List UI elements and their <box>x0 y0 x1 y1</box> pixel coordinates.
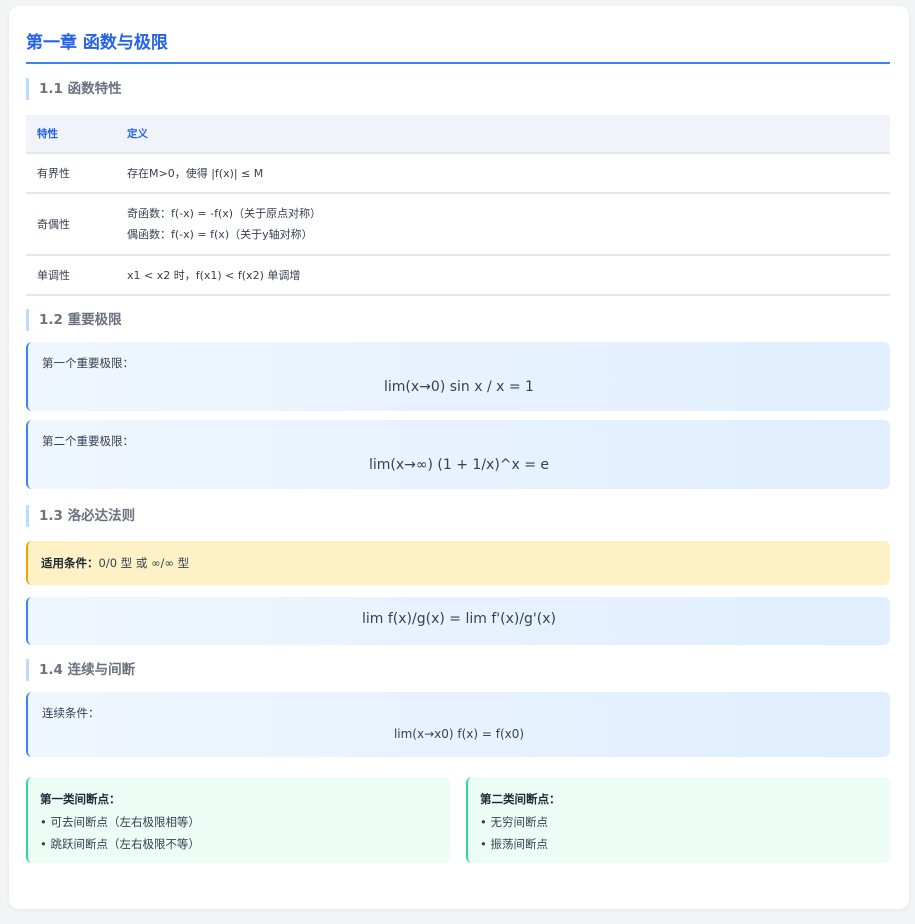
property-definition: 存在M>0，使得 |f(x)| ≤ M <box>116 153 890 194</box>
property-definition: x1 < x2 时，f(x1) < f(x2) 单调增 <box>116 255 890 296</box>
list-item: • 跳跃间断点（左右极限不等） <box>40 837 200 851</box>
lhopital-formula-box: lim f(x)/g(x) = lim f'(x)/g'(x) <box>26 597 890 645</box>
section-title-lhopital: 1.3 洛必达法则 <box>26 505 135 527</box>
section-title-continuity: 1.4 连续与间断 <box>26 659 135 681</box>
content-card: 第一章 函数与极限 1.1 函数特性 特性 定义 有界性 存在M>0，使得 |f… <box>9 6 909 909</box>
property-name: 奇偶性 <box>26 193 116 256</box>
second-limit-box: 第二个重要极限： lim(x→∞) (1 + 1/x)^x = e <box>26 420 890 489</box>
continuity-label: 连续条件： <box>42 706 100 720</box>
second-kind-title: 第二类间断点： <box>480 792 561 806</box>
property-name: 单调性 <box>26 255 116 296</box>
table-row: 单调性 x1 < x2 时，f(x1) < f(x2) 单调增 <box>26 255 890 296</box>
lhopital-formula: lim f(x)/g(x) = lim f'(x)/g'(x) <box>362 611 556 627</box>
list-item: • 无穷间断点 <box>480 815 548 829</box>
definition-line: 偶函数：f(-x) = f(x)（关于y轴对称） <box>127 228 313 241</box>
first-limit-formula: lim(x→0) sin x / x = 1 <box>384 379 534 395</box>
lhopital-condition-box: 适用条件：0/0 型 或 ∞/∞ 型 <box>26 541 890 585</box>
table-header-row: 特性 定义 <box>26 115 890 154</box>
section-title-function-properties: 1.1 函数特性 <box>26 78 122 100</box>
property-name: 有界性 <box>26 153 116 194</box>
first-kind-discontinuity-box: 第一类间断点： • 可去间断点（左右极限相等） • 跳跃间断点（左右极限不等） <box>26 777 450 863</box>
first-kind-title: 第一类间断点： <box>40 792 121 806</box>
second-limit-label: 第二个重要极限： <box>42 434 134 448</box>
condition-text: 0/0 型 或 ∞/∞ 型 <box>98 556 190 570</box>
definition-line: 奇函数：f(-x) = -f(x)（关于原点对称） <box>127 207 322 220</box>
first-limit-label: 第一个重要极限： <box>42 356 134 370</box>
chapter-divider <box>26 62 890 64</box>
table-row: 有界性 存在M>0，使得 |f(x)| ≤ M <box>26 153 890 194</box>
section-title-important-limits: 1.2 重要极限 <box>26 309 122 331</box>
properties-table: 特性 定义 有界性 存在M>0，使得 |f(x)| ≤ M 奇偶性 奇函数：f(… <box>26 115 890 296</box>
property-definition: 奇函数：f(-x) = -f(x)（关于原点对称） 偶函数：f(-x) = f(… <box>116 193 890 256</box>
condition-label: 适用条件： <box>41 556 99 570</box>
table-row: 奇偶性 奇函数：f(-x) = -f(x)（关于原点对称） 偶函数：f(-x) … <box>26 193 890 256</box>
continuity-box: 连续条件： lim(x→x0) f(x) = f(x0) <box>26 692 890 757</box>
list-item: • 可去间断点（左右极限相等） <box>40 815 200 829</box>
table-header-property: 特性 <box>26 115 116 154</box>
second-limit-formula: lim(x→∞) (1 + 1/x)^x = e <box>368 457 550 473</box>
chapter-title: 第一章 函数与极限 <box>26 33 168 53</box>
second-kind-discontinuity-box: 第二类间断点： • 无穷间断点 • 振荡间断点 <box>466 777 890 863</box>
table-header-definition: 定义 <box>116 115 890 154</box>
continuity-formula: lim(x→x0) f(x) = f(x0) <box>393 727 525 741</box>
first-limit-box: 第一个重要极限： lim(x→0) sin x / x = 1 <box>26 342 890 411</box>
list-item: • 振荡间断点 <box>480 837 548 851</box>
